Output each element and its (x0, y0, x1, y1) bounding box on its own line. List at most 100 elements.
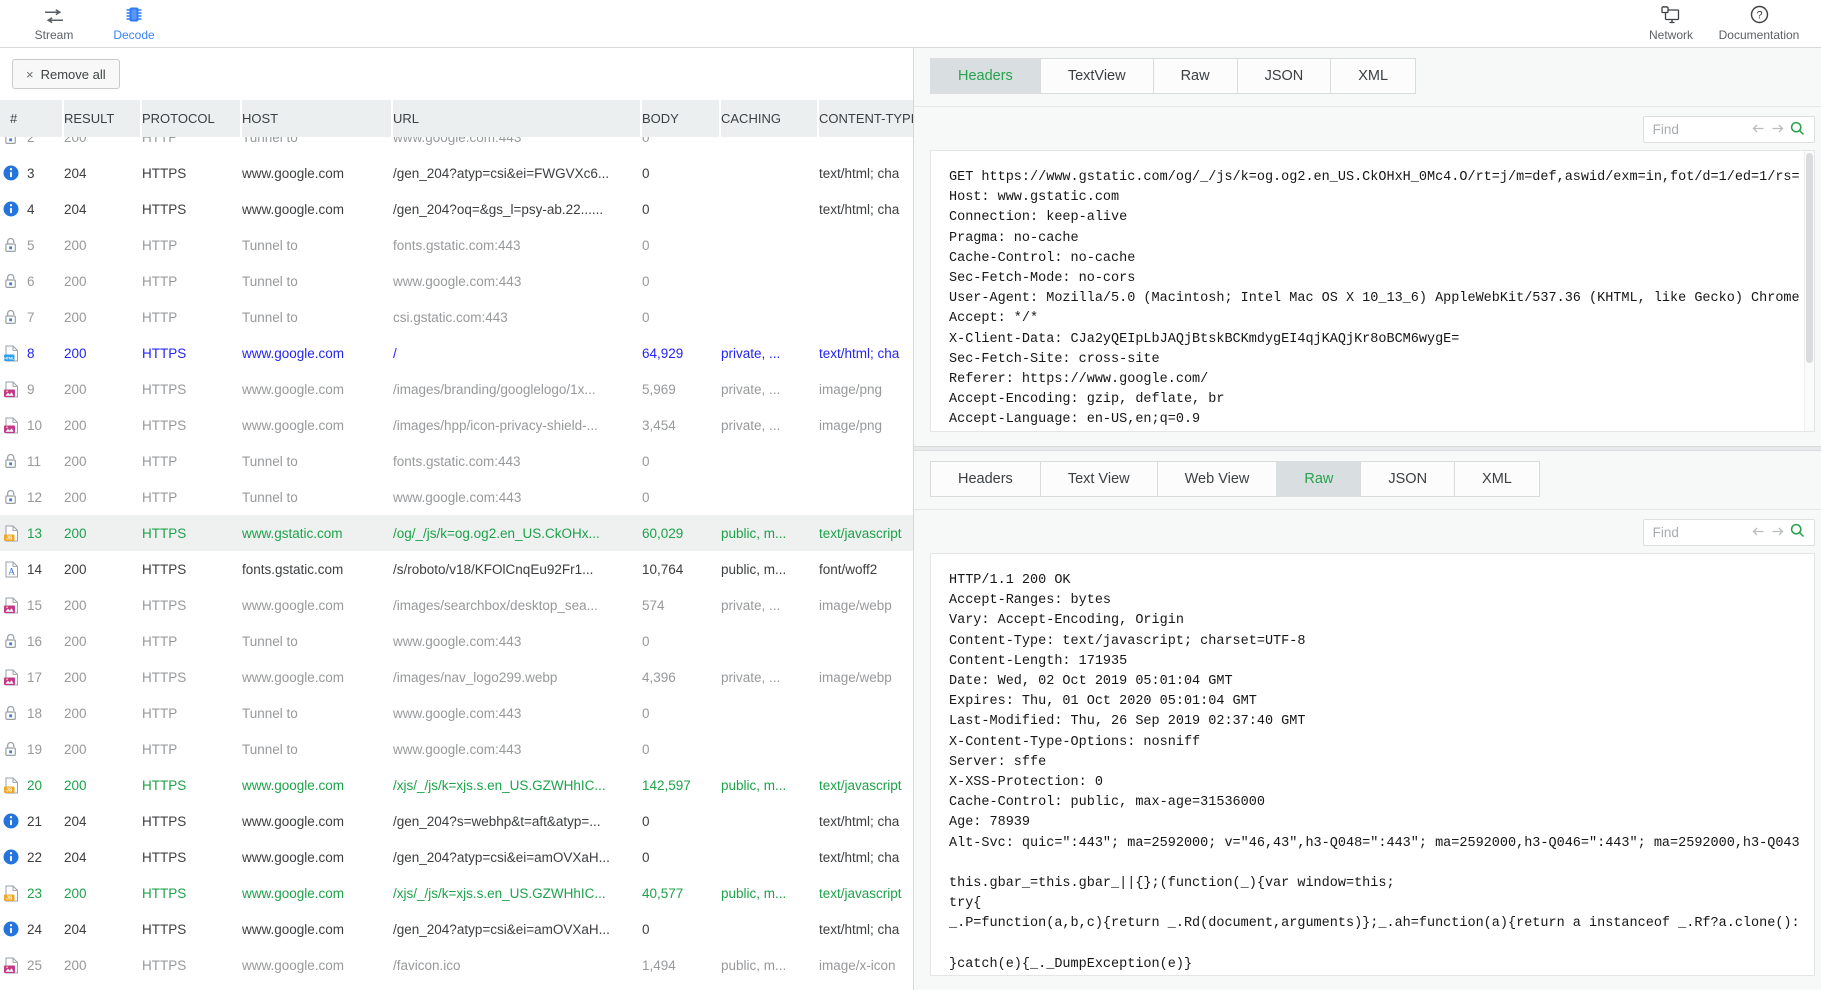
response-find-next-button[interactable] (1768, 525, 1787, 540)
session-row[interactable]: 19 200 HTTP Tunnel to www.google.com:443… (0, 731, 913, 767)
session-row[interactable]: 4 204 HTTPS www.google.com /gen_204?oq=&… (0, 191, 913, 227)
body-cell: 0 (642, 202, 721, 217)
request-scrollbar[interactable] (1804, 151, 1814, 431)
request-tab-json[interactable]: JSON (1237, 58, 1332, 94)
url-cell: /images/searchbox/desktop_sea... (393, 598, 642, 613)
column-header-result[interactable]: RESULT (64, 100, 142, 137)
response-find-input[interactable] (1653, 525, 1749, 540)
info-icon (3, 813, 19, 829)
url-cell: /images/hpp/icon-privacy-shield-... (393, 418, 642, 433)
body-cell: 0 (642, 814, 721, 829)
session-row[interactable]: 10 200 HTTPS www.google.com /images/hpp/… (0, 407, 913, 443)
session-row[interactable]: 17 200 HTTPS www.google.com /images/nav_… (0, 659, 913, 695)
session-row[interactable]: 11 200 HTTP Tunnel to fonts.gstatic.com:… (0, 443, 913, 479)
result-cell: 200 (64, 706, 142, 721)
request-tab-xml[interactable]: XML (1330, 58, 1416, 94)
session-row[interactable]: 7 200 HTTP Tunnel to csi.gstatic.com:443… (0, 299, 913, 335)
caching-cell: private, ... (721, 346, 819, 361)
main-area: × Remove all #RESULTPROTOCOLHOSTURLBODYC… (0, 48, 1821, 990)
response-inspector: HeadersText ViewWeb ViewRawJSONXML (914, 451, 1821, 990)
content-type-cell: font/woff2 (819, 562, 913, 577)
arrow-right-icon (1771, 122, 1784, 137)
column-header-host[interactable]: HOST (242, 100, 393, 137)
response-tab-headers[interactable]: Headers (930, 461, 1041, 497)
session-row[interactable]: 5 200 HTTP Tunnel to fonts.gstatic.com:4… (0, 227, 913, 263)
request-find-search-button[interactable] (1787, 121, 1808, 139)
session-row[interactable]: HTML 8 200 HTTPS www.google.com / 64,929… (0, 335, 913, 371)
session-row[interactable]: 9 200 HTTPS www.google.com /images/brand… (0, 371, 913, 407)
info-icon (3, 165, 19, 181)
session-table-body[interactable]: 2 200 HTTP Tunnel to www.google.com:443 … (0, 137, 913, 990)
session-row[interactable]: 25 200 HTTPS www.google.com /favicon.ico… (0, 947, 913, 983)
session-row[interactable]: JS 20 200 HTTPS www.google.com /xjs/_/js… (0, 767, 913, 803)
session-row[interactable]: 3 204 HTTPS www.google.com /gen_204?atyp… (0, 155, 913, 191)
session-row[interactable]: 6 200 HTTP Tunnel to www.google.com:443 … (0, 263, 913, 299)
caching-cell: private, ... (721, 670, 819, 685)
response-raw-text[interactable]: HTTP/1.1 200 OKAccept-Ranges: bytesVary:… (930, 553, 1815, 976)
response-tab-text-view[interactable]: Text View (1040, 461, 1158, 497)
lock-icon (3, 273, 19, 289)
code-line (949, 935, 1800, 955)
session-number: 14 (27, 562, 42, 577)
session-row[interactable]: 2 200 HTTP Tunnel to www.google.com:443 … (0, 137, 913, 155)
body-cell: 0 (642, 454, 721, 469)
code-line: Accept: */* (949, 309, 1800, 329)
protocol-cell: HTTPS (142, 922, 242, 937)
content-type-cell: text/html; cha (819, 166, 913, 181)
host-cell: www.google.com (242, 598, 393, 613)
protocol-cell: HTTP (142, 137, 242, 145)
protocol-cell: HTTP (142, 310, 242, 325)
request-tab-textview[interactable]: TextView (1040, 58, 1154, 94)
code-line: User-Agent: Mozilla/5.0 (Macintosh; Inte… (949, 289, 1800, 309)
code-line: Accept-Encoding: gzip, deflate, br (949, 390, 1800, 410)
network-button[interactable]: Network (1631, 0, 1711, 47)
session-number: 15 (27, 598, 42, 613)
session-row[interactable]: 16 200 HTTP Tunnel to www.google.com:443… (0, 623, 913, 659)
code-line: Connection: keep-alive (949, 208, 1800, 228)
session-row[interactable]: 22 204 HTTPS www.google.com /gen_204?aty… (0, 839, 913, 875)
column-header-url[interactable]: URL (393, 100, 642, 137)
protocol-cell: HTTPS (142, 958, 242, 973)
body-cell: 574 (642, 598, 721, 613)
session-row[interactable]: 15 200 HTTPS www.google.com /images/sear… (0, 587, 913, 623)
decode-button[interactable]: Decode (94, 0, 174, 47)
response-tab-web-view[interactable]: Web View (1157, 461, 1278, 497)
session-row[interactable]: 18 200 HTTP Tunnel to www.google.com:443… (0, 695, 913, 731)
response-tab-json[interactable]: JSON (1360, 461, 1455, 497)
result-cell: 200 (64, 310, 142, 325)
response-tab-raw[interactable]: Raw (1276, 461, 1361, 497)
column-header-col[interactable]: # (0, 100, 64, 137)
result-cell: 204 (64, 850, 142, 865)
session-row[interactable]: JS 23 200 HTTPS www.google.com /xjs/_/js… (0, 875, 913, 911)
content-type-cell: image/webp (819, 598, 913, 613)
url-cell: www.google.com:443 (393, 706, 642, 721)
session-row[interactable]: A 14 200 HTTPS fonts.gstatic.com /s/robo… (0, 551, 913, 587)
column-header-protocol[interactable]: PROTOCOL (142, 100, 242, 137)
documentation-button[interactable]: ? Documentation (1711, 0, 1807, 47)
image-file-icon (3, 597, 19, 614)
column-header-content-type[interactable]: CONTENT-TYPE (819, 100, 913, 137)
response-find-prev-button[interactable] (1749, 525, 1768, 540)
column-header-caching[interactable]: CACHING (721, 100, 819, 137)
host-cell: www.google.com (242, 922, 393, 937)
session-number: 3 (27, 166, 35, 181)
remove-all-button[interactable]: × Remove all (12, 59, 120, 89)
stream-button[interactable]: Stream (14, 0, 94, 47)
request-tab-headers[interactable]: Headers (930, 58, 1041, 94)
session-row[interactable]: 12 200 HTTP Tunnel to www.google.com:443… (0, 479, 913, 515)
protocol-cell: HTTPS (142, 346, 242, 361)
response-find-search-button[interactable] (1787, 523, 1808, 541)
session-row[interactable]: JS 13 200 HTTPS www.gstatic.com /og/_/js… (0, 515, 913, 551)
request-tab-raw[interactable]: Raw (1153, 58, 1238, 94)
session-row[interactable]: 24 204 HTTPS www.google.com /gen_204?aty… (0, 911, 913, 947)
arrow-left-icon (1752, 122, 1765, 137)
host-cell: www.google.com (242, 202, 393, 217)
session-row[interactable]: 21 204 HTTPS www.google.com /gen_204?s=w… (0, 803, 913, 839)
request-find-prev-button[interactable] (1749, 122, 1768, 137)
response-tab-xml[interactable]: XML (1454, 461, 1540, 497)
request-find-next-button[interactable] (1768, 122, 1787, 137)
request-find-input[interactable] (1653, 122, 1749, 137)
column-header-body[interactable]: BODY (642, 100, 721, 137)
scrollbar-thumb[interactable] (1806, 153, 1813, 363)
request-headers-text[interactable]: GET https://www.gstatic.com/og/_/js/k=og… (930, 150, 1815, 432)
